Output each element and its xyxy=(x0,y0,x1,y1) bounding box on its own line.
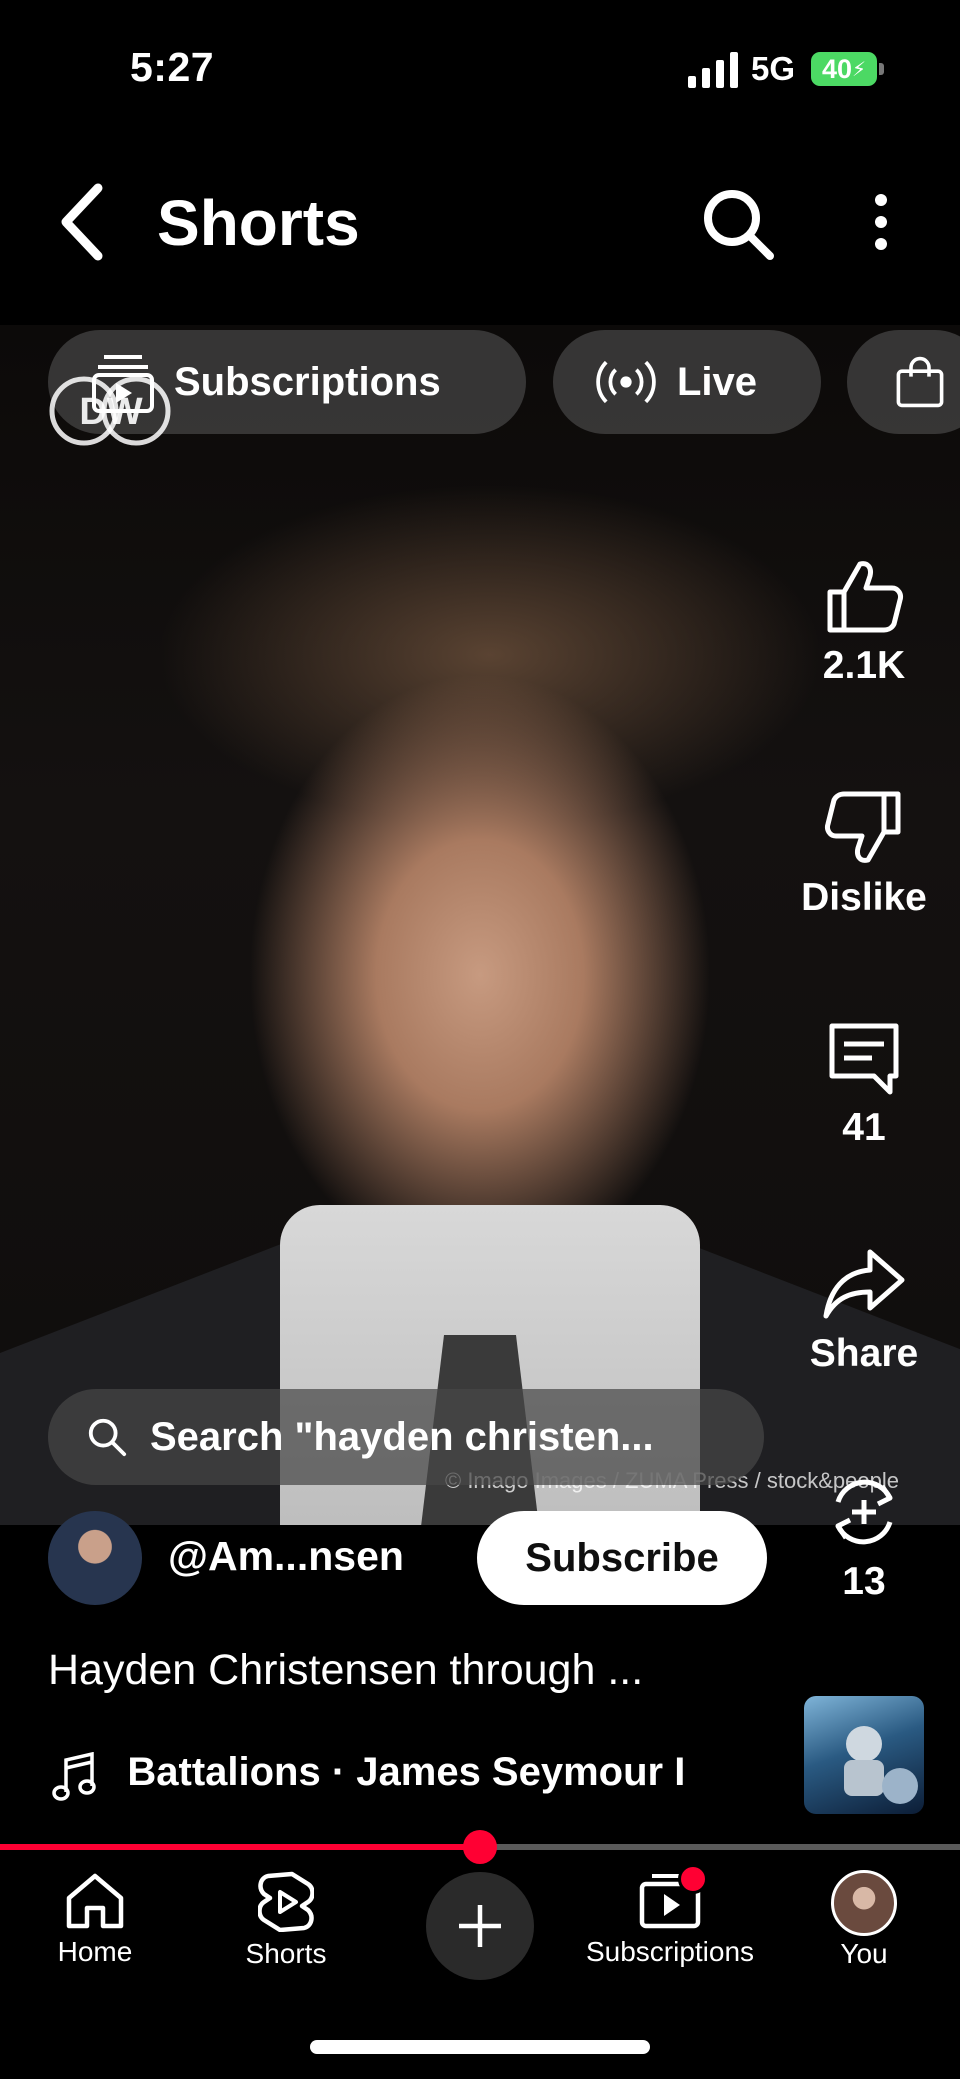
video-title[interactable]: Hayden Christensen through ... xyxy=(48,1646,643,1695)
remix-count: 13 xyxy=(842,1560,886,1603)
page-title: Shorts xyxy=(157,187,360,259)
nav-shorts[interactable]: Shorts xyxy=(226,1870,346,1970)
subscribe-button[interactable]: Subscribe xyxy=(477,1511,767,1605)
share-label: Share xyxy=(809,1332,919,1375)
shopping-bag-icon xyxy=(896,356,944,408)
music-note-icon xyxy=(52,1752,96,1801)
album-art-astronaut xyxy=(844,1726,918,1804)
search-icon[interactable] xyxy=(700,186,776,262)
share-arrow-icon xyxy=(823,1249,905,1319)
network-type: 5G xyxy=(751,50,796,87)
progress-scrubber-handle[interactable] xyxy=(463,1830,497,1864)
profile-avatar xyxy=(831,1870,897,1936)
dislike-button[interactable]: Dislike xyxy=(780,788,948,920)
dislike-label: Dislike xyxy=(801,876,927,919)
shorts-icon xyxy=(258,1871,314,1932)
live-broadcast-icon xyxy=(596,360,656,404)
like-count: 2.1K xyxy=(822,644,906,687)
comment-count: 41 xyxy=(842,1106,886,1149)
nav-subscriptions[interactable]: Subscriptions xyxy=(570,1864,770,1968)
music-marquee[interactable]: e Battalions · James Seymour I xyxy=(124,1750,770,1806)
search-suggestion-pill[interactable]: Search "hayden christen... xyxy=(48,1389,764,1485)
remix-icon xyxy=(835,1479,893,1545)
cellular-signal-icon xyxy=(688,52,738,88)
dw-logo: DW xyxy=(49,376,171,446)
comments-button[interactable]: 41 xyxy=(780,1018,948,1150)
like-button[interactable]: 2.1K xyxy=(780,556,948,688)
create-button[interactable] xyxy=(426,1872,534,1980)
battery-tip xyxy=(879,63,884,75)
share-button[interactable]: Share xyxy=(780,1244,948,1376)
thumbs-up-icon xyxy=(827,561,903,633)
plus-icon xyxy=(459,1905,501,1947)
channel-avatar[interactable] xyxy=(48,1511,142,1605)
remix-button[interactable]: 13 xyxy=(780,1472,948,1604)
home-icon xyxy=(66,1873,124,1929)
back-arrow-icon[interactable] xyxy=(52,180,116,264)
progress-fill xyxy=(0,1844,480,1850)
nav-shorts-label: Shorts xyxy=(245,1938,327,1969)
search-icon xyxy=(88,1418,127,1457)
status-time: 5:27 xyxy=(130,44,215,90)
thumbs-down-icon xyxy=(825,791,901,863)
chip-subscriptions-label: Subscriptions xyxy=(174,359,441,404)
charging-bolt-icon: ⚡ xyxy=(852,58,867,81)
search-suggestion-text: Search "hayden christen... xyxy=(150,1414,654,1459)
chip-live[interactable]: Live xyxy=(553,330,821,434)
music-album-thumbnail[interactable] xyxy=(804,1696,924,1814)
nav-you-label: You xyxy=(840,1938,888,1969)
comment-icon xyxy=(829,1023,899,1095)
more-options-icon[interactable] xyxy=(862,190,900,254)
home-indicator xyxy=(310,2040,650,2054)
nav-subscriptions-label: Subscriptions xyxy=(585,1936,755,1967)
channel-handle[interactable]: @Am...nsen xyxy=(168,1533,404,1580)
chip-live-label: Live xyxy=(677,359,758,404)
music-track-text: e Battalions · James Seymour I xyxy=(124,1750,686,1794)
nav-home[interactable]: Home xyxy=(40,1870,150,1968)
battery-indicator: 40 ⚡ xyxy=(811,52,877,86)
nav-home-label: Home xyxy=(57,1936,133,1967)
notification-dot xyxy=(678,1864,708,1894)
dw-logo-text: DW xyxy=(79,391,142,433)
battery-level: 40 xyxy=(821,53,852,84)
nav-you[interactable]: You xyxy=(804,1870,924,1970)
chip-shopping[interactable] xyxy=(847,330,960,434)
subscriptions-icon-wrap xyxy=(638,1864,708,1930)
